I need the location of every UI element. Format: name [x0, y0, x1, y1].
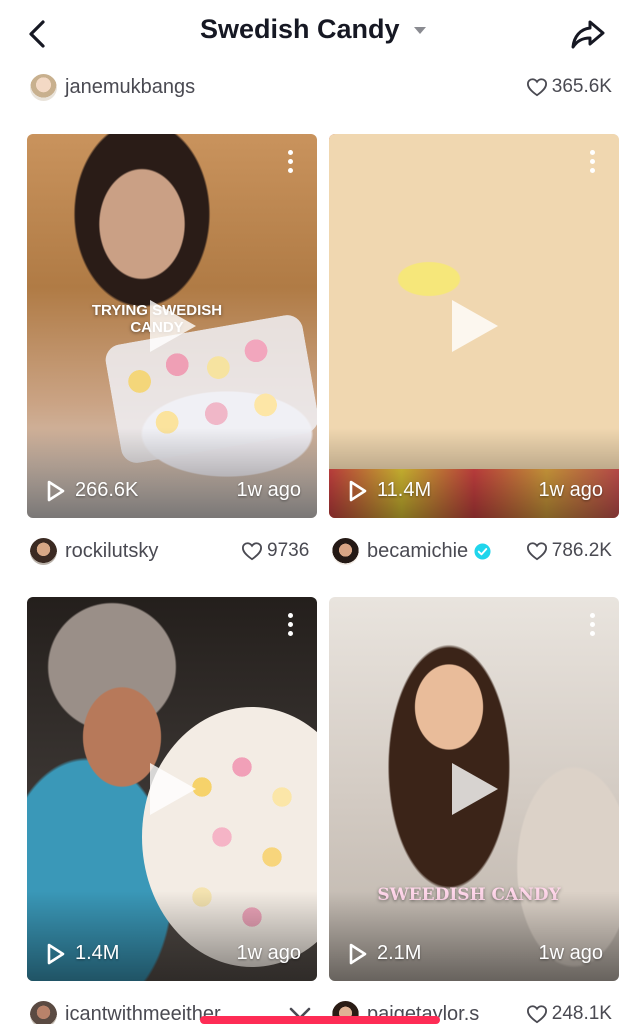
username: janemukbangs [65, 75, 196, 98]
title-dropdown[interactable]: Swedish Candy [0, 14, 626, 45]
post-age: 1w ago [236, 942, 302, 964]
heart-icon [526, 78, 547, 97]
more-options-icon[interactable] [587, 150, 597, 180]
play-icon [452, 300, 498, 352]
play-outline-icon [349, 480, 367, 501]
view-count: 1.4M [47, 942, 119, 965]
username: rockilutsky [65, 539, 159, 562]
more-options-icon[interactable] [285, 150, 295, 180]
view-count: 11.4M [349, 479, 431, 502]
play-outline-icon [47, 943, 65, 964]
video-thumbnail[interactable]: 1.4M 1w ago [27, 597, 317, 981]
share-arrow-icon[interactable] [568, 14, 608, 54]
page-title: Swedish Candy [200, 14, 400, 44]
author-row[interactable]: becamichie [332, 535, 491, 567]
author-row[interactable]: janemukbangs [30, 71, 195, 103]
like-count: 9736 [241, 535, 309, 567]
like-count: 365.6K [526, 71, 612, 103]
post-age: 1w ago [236, 479, 302, 501]
caret-down-icon [414, 26, 426, 34]
view-count: 2.1M [349, 942, 421, 965]
video-thumbnail[interactable]: SWEEDISH CANDY 2.1M 1w ago [329, 597, 619, 981]
username: icantwithmeeither [65, 1002, 221, 1024]
heart-icon [241, 542, 263, 561]
view-count: 266.6K [47, 479, 138, 502]
like-count: 786.2K [526, 535, 612, 567]
play-outline-icon [349, 943, 367, 964]
avatar [30, 1000, 57, 1024]
avatar [332, 537, 359, 565]
avatar [30, 73, 57, 101]
avatar [30, 537, 57, 565]
more-options-icon[interactable] [587, 613, 597, 643]
like-count: 248.1K [526, 998, 612, 1024]
heart-icon [526, 1005, 547, 1024]
more-options-icon[interactable] [285, 613, 295, 643]
play-outline-icon [47, 480, 65, 501]
post-age: 1w ago [538, 479, 604, 501]
username: becamichie [367, 539, 469, 562]
top-bar: Swedish Candy [0, 0, 626, 70]
play-icon [452, 763, 498, 815]
post-age: 1w ago [538, 942, 604, 964]
video-thumbnail[interactable]: TRYING SWEDISH CANDY 266.6K 1w ago [27, 134, 317, 518]
play-icon [150, 763, 196, 815]
play-icon [150, 300, 196, 352]
author-row[interactable]: icantwithmeeither [30, 998, 221, 1024]
bottom-accent-bar [200, 1016, 440, 1024]
video-thumbnail[interactable]: 11.4M 1w ago [329, 134, 619, 518]
heart-icon [526, 542, 547, 561]
verified-badge-icon [474, 542, 491, 560]
author-row[interactable]: rockilutsky [30, 535, 158, 567]
